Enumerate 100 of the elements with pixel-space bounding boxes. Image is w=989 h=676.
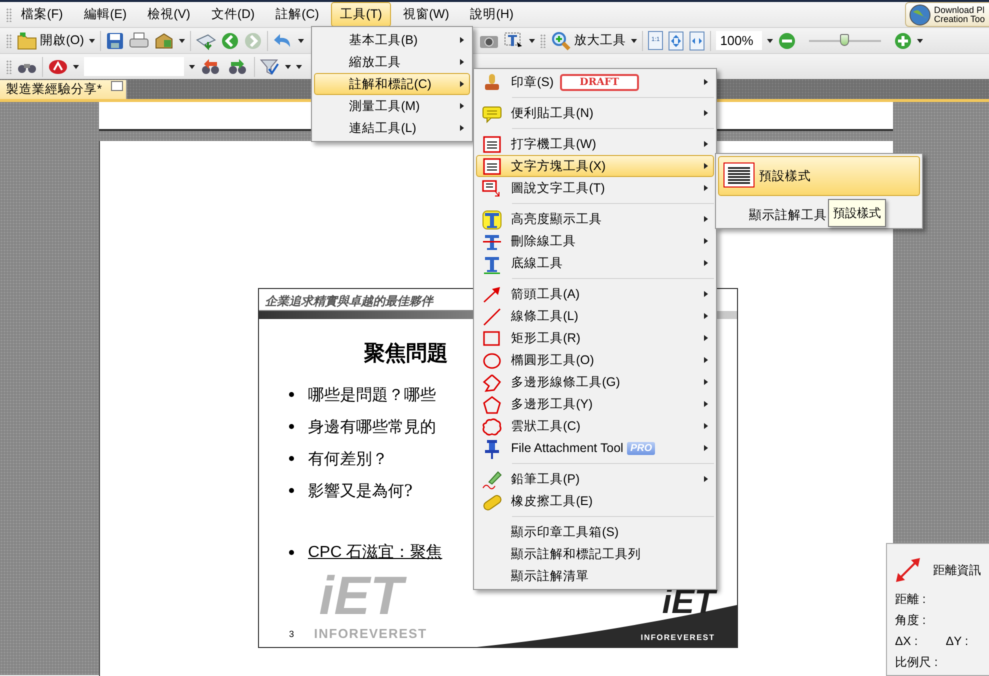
text-style-icon (723, 162, 755, 188)
menu-item[interactable]: 矩形工具(R) (476, 327, 714, 349)
download-button[interactable]: Download Pl Creation Too (905, 2, 989, 27)
caret-icon[interactable] (631, 38, 638, 42)
folder-icon (17, 32, 37, 50)
menu-item[interactable]: 橢圓形工具(O) (476, 349, 714, 371)
menu-item[interactable]: 底線工具 (476, 252, 714, 274)
menu-item[interactable]: 顯示註解和標記工具列 (476, 543, 714, 565)
caret-icon[interactable] (89, 38, 96, 42)
menu-item[interactable]: 顯示印章工具箱(S) (476, 521, 714, 543)
menu-item[interactable]: 鉛筆工具(P) (476, 468, 714, 490)
bullet-text: 身邊有哪些常見的 (308, 416, 436, 438)
download-label: Download Pl (934, 6, 985, 14)
find-next-icon[interactable] (227, 58, 249, 76)
ellipse-icon (481, 351, 503, 371)
caret-icon[interactable] (767, 38, 774, 42)
bullet-dot (289, 392, 294, 397)
field-label: 距離 : (895, 590, 926, 608)
menu-item[interactable]: 打字機工具(W) (476, 133, 714, 155)
menu-item[interactable]: 連結工具(L) (314, 117, 470, 139)
field-label: 比例尺 : (895, 654, 938, 670)
bullet-dot (289, 424, 294, 429)
strikeout-icon (481, 232, 503, 252)
download-label: Creation Too (934, 14, 985, 24)
source-text: CPC 石滋宜：聚焦 (308, 542, 442, 562)
menu-item[interactable]: 刪除線工具 (476, 230, 714, 252)
menu-bar-item[interactable]: 說明(H) (461, 2, 522, 27)
slider-thumb[interactable] (840, 34, 849, 46)
zoom-tool-button[interactable]: 放大工具 (551, 30, 626, 50)
menu-bar-item[interactable]: 註解(C) (266, 2, 328, 27)
menu-item[interactable]: 多邊形線條工具(G) (476, 371, 714, 393)
polyline-icon (481, 373, 503, 393)
fit-width-icon[interactable] (689, 30, 706, 50)
field-label: ΔY : (946, 632, 968, 650)
menu-item[interactable]: 文字方塊工具(X) (476, 155, 714, 177)
menu-bar-item[interactable]: 工具(T) (331, 2, 391, 27)
save-icon[interactable] (106, 32, 124, 50)
caret-icon[interactable] (189, 64, 195, 68)
tooltip: 預設樣式 (828, 199, 886, 227)
zoom-out-icon[interactable] (778, 32, 796, 50)
text-select-icon[interactable] (504, 32, 524, 50)
arrow-icon (481, 285, 503, 305)
menu-item[interactable]: 縮放工具 (314, 51, 470, 73)
menu-item[interactable]: 圖說文字工具(T) (476, 177, 714, 199)
bullet-text: 影響又是為何? (308, 480, 413, 502)
menu-bar-item[interactable]: 檢視(V) (138, 2, 200, 27)
stamp-preview: DRAFT (560, 74, 639, 90)
menu-item[interactable]: 預設樣式 (718, 156, 920, 196)
printer-icon[interactable] (129, 32, 150, 50)
caret-icon[interactable] (179, 38, 186, 42)
menu-item[interactable]: 雲狀工具(C) (476, 415, 714, 437)
highlight-icon (481, 210, 503, 230)
pro-badge: PRO (627, 442, 656, 454)
note-icon (481, 104, 503, 124)
menu-item[interactable]: 高亮度顯示工具 (476, 208, 714, 230)
menu-bar-item[interactable]: 編輯(E) (74, 2, 136, 27)
watermark-caption: INFOREVEREST (314, 627, 428, 641)
menu-bar-item[interactable]: 視窗(W) (394, 2, 458, 27)
line-icon (481, 307, 503, 327)
menu-item[interactable]: 橡皮擦工具(E) (476, 490, 714, 512)
menu-item[interactable]: 顯示註解清單 (476, 565, 714, 587)
caret-icon[interactable] (529, 38, 536, 42)
polygon-icon (481, 395, 503, 415)
menu-item[interactable]: File Attachment Tool PRO (476, 437, 714, 459)
zoom-in-icon[interactable] (894, 32, 912, 50)
scanner-icon[interactable] (196, 32, 216, 50)
field-label: 角度 : (895, 612, 926, 628)
slide-title: 聚焦問題 (364, 339, 448, 367)
back-icon[interactable] (221, 32, 240, 50)
cloud-icon (481, 417, 503, 437)
watermark-logo: iET (319, 569, 416, 623)
bullet-text: 哪些是問題？哪些 (308, 384, 436, 406)
find-previous-icon[interactable] (200, 58, 222, 76)
document-tab[interactable]: 製造業經驗分享* (0, 80, 127, 99)
menu-item[interactable]: 多邊形工具(Y) (476, 393, 714, 415)
search-field[interactable] (84, 57, 184, 76)
field-label: ΔX : (895, 632, 918, 650)
magnifier-icon (551, 30, 572, 50)
zoom-field[interactable]: 100% (716, 31, 762, 50)
menu-item[interactable]: 便利貼工具(N) (476, 102, 714, 124)
bullet-dot (289, 488, 294, 493)
filter-icon[interactable] (260, 58, 280, 76)
fit-page-icon[interactable] (668, 30, 684, 50)
caret-icon[interactable] (917, 38, 924, 42)
bullet-text: 有何差別？ (308, 448, 388, 470)
corner-logo: iET (662, 587, 715, 617)
bullet-dot (289, 550, 294, 555)
caret-icon[interactable] (298, 38, 304, 42)
menu-item[interactable]: 印章(S) DRAFT (476, 71, 714, 93)
menu-item[interactable]: 基本工具(B) (314, 29, 470, 51)
rectangle-icon (481, 329, 503, 349)
bullet-dot (289, 456, 294, 461)
globe-icon (909, 4, 931, 26)
menu-item[interactable]: 註解和標記(C) (314, 73, 470, 95)
caret-icon[interactable] (73, 64, 79, 68)
close-tab-icon[interactable] (110, 81, 123, 91)
menu-bar-item[interactable]: 文件(D) (202, 2, 264, 27)
open-button[interactable]: 開啟(O) (17, 31, 84, 50)
menu-item[interactable]: 測量工具(M) (314, 95, 470, 117)
menu-bar-item[interactable]: 檔案(F) (12, 2, 72, 27)
